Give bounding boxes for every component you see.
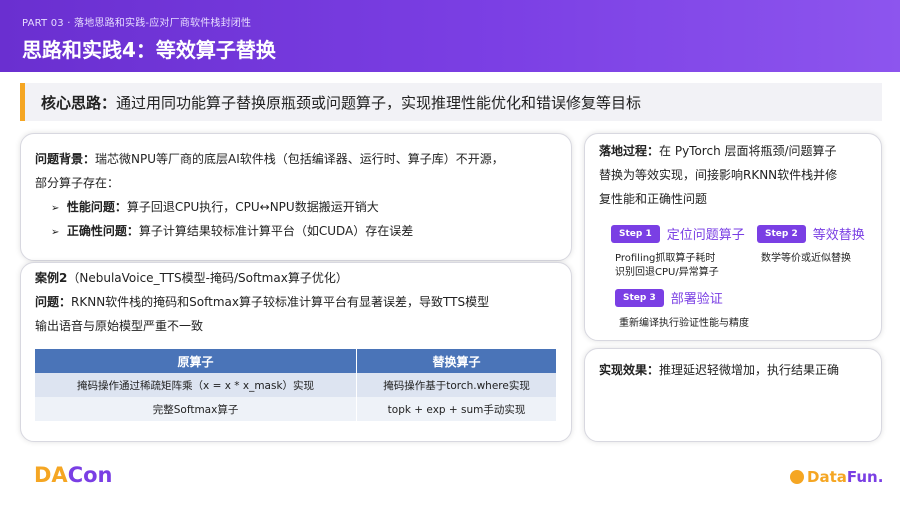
background-label: 问题背景： — [35, 152, 96, 166]
bullet-correctness-text: 算子计算结果较标准计算平台（如CUDA）存在误差 — [138, 224, 414, 238]
effect-card: 实现效果：推理延迟轻微增加，执行结果正确 — [584, 348, 882, 442]
core-idea-label: 核心思路： — [41, 94, 117, 112]
datafun-logo-part-a: Data — [807, 468, 847, 486]
table-cell: topk + exp + sum手动实现 — [356, 397, 557, 421]
process-line-2: 替换为等效实现，间接影响RKNN软件栈并修 — [599, 168, 838, 182]
process-card: 落地过程：在 PyTorch 层面将瓶颈/问题算子 替换为等效实现，间接影响RK… — [584, 133, 882, 341]
process-line-1: 落地过程：在 PyTorch 层面将瓶颈/问题算子 — [599, 142, 837, 159]
table-cell: 掩码操作通过稀疏矩阵乘（x = x * x_mask）实现 — [35, 373, 358, 397]
step-3-title: 部署验证 — [670, 292, 723, 307]
table-cell: 完整Softmax算子 — [35, 397, 358, 421]
datafun-logo-part-b: Fun. — [846, 468, 884, 486]
step-2-badge: Step 2 — [757, 224, 806, 243]
process-text-1: 在 PyTorch 层面将瓶颈/问题算子 — [659, 144, 837, 158]
step-2-desc: 数学等价或近似替换 — [761, 253, 851, 264]
bullet-correctness: ➢ 正确性问题：算子计算结果较标准计算平台（如CUDA）存在误差 — [51, 222, 413, 239]
step-1: Step 1 定位问题算子 — [611, 224, 745, 243]
dacon-logo-part-a: DA — [34, 463, 68, 487]
process-line-3: 复性能和正确性问题 — [599, 192, 708, 206]
core-idea-text: 核心思路：通过用同功能算子替换原瓶颈或问题算子，实现推理性能优化和错误修复等目标 — [41, 92, 641, 113]
part-label: PART 03 · 落地思路和实践-应对厂商软件栈封闭性 — [22, 18, 252, 29]
case-label: 案例2 — [35, 271, 68, 285]
datafun-logo: DataFun. — [790, 468, 883, 486]
datafun-mark-icon — [790, 470, 804, 484]
table-row: 完整Softmax算子 topk + exp + sum手动实现 — [35, 397, 557, 421]
arrow-icon: ➢ — [51, 203, 60, 214]
step-1-badge: Step 1 — [611, 224, 660, 243]
table-cell: 掩码操作基于torch.where实现 — [356, 373, 557, 397]
bullet-performance-label: 性能问题： — [66, 200, 127, 214]
step-1-title: 定位问题算子 — [666, 228, 745, 243]
case-problem-label: 问题： — [35, 295, 72, 309]
step-3-badge: Step 3 — [615, 288, 664, 307]
bullet-correctness-label: 正确性问题： — [66, 224, 139, 238]
step-1-desc-2: 识别回退CPU/异常算子 — [615, 267, 719, 278]
case-title-rest: （NebulaVoice_TTS模型-掩码/Softmax算子优化） — [67, 271, 348, 285]
slide-header: PART 03 · 落地思路和实践-应对厂商软件栈封闭性 思路和实践4：等效算子… — [0, 0, 900, 72]
background-text-1: 瑞芯微NPU等厂商的底层AI软件栈（包括编译器、运行时、算子库）不开源， — [95, 152, 504, 166]
arrow-icon: ➢ — [51, 227, 60, 238]
slide-title: 思路和实践4：等效算子替换 — [22, 38, 276, 62]
effect-label: 实现效果： — [599, 363, 660, 377]
case-problem-text-1: RKNN软件栈的掩码和Softmax算子较标准计算平台有显著误差，导致TTS模型 — [71, 295, 490, 309]
process-label: 落地过程： — [599, 144, 660, 158]
dacon-logo: DACon — [34, 463, 112, 487]
background-line-1: 问题背景：瑞芯微NPU等厂商的底层AI软件栈（包括编译器、运行时、算子库）不开源… — [35, 150, 504, 167]
step-2: Step 2 等效替换 — [757, 224, 865, 243]
bullet-performance-text: 算子回退CPU执行，CPU↔NPU数据搬运开销大 — [126, 200, 379, 214]
bullet-performance: ➢ 性能问题：算子回退CPU执行，CPU↔NPU数据搬运开销大 — [51, 198, 379, 215]
background-card: 问题背景：瑞芯微NPU等厂商的底层AI软件栈（包括编译器、运行时、算子库）不开源… — [20, 133, 572, 261]
case-title: 案例2（NebulaVoice_TTS模型-掩码/Softmax算子优化） — [35, 269, 348, 286]
step-1-desc-1: Profiling抓取算子耗时 — [615, 253, 716, 264]
case-problem-line-1: 问题：RKNN软件栈的掩码和Softmax算子较标准计算平台有显著误差，导致TT… — [35, 293, 489, 310]
case-card: 案例2（NebulaVoice_TTS模型-掩码/Softmax算子优化） 问题… — [20, 262, 572, 442]
effect-line: 实现效果：推理延迟轻微增加，执行结果正确 — [599, 361, 839, 378]
background-line-2: 部分算子存在： — [35, 176, 120, 190]
operator-table: 原算子 替换算子 掩码操作通过稀疏矩阵乘（x = x * x_mask）实现 掩… — [35, 349, 557, 421]
dacon-logo-part-b: Con — [67, 463, 113, 487]
step-3-desc: 重新编译执行验证性能与精度 — [619, 318, 749, 329]
step-2-title: 等效替换 — [812, 228, 865, 243]
core-idea-bar: 核心思路：通过用同功能算子替换原瓶颈或问题算子，实现推理性能优化和错误修复等目标 — [20, 83, 882, 121]
table-header-replacement: 替换算子 — [356, 349, 557, 373]
table-row: 掩码操作通过稀疏矩阵乘（x = x * x_mask）实现 掩码操作基于torc… — [35, 373, 557, 397]
table-header-original: 原算子 — [35, 349, 358, 373]
step-3: Step 3 部署验证 — [615, 288, 723, 307]
effect-text: 推理延迟轻微增加，执行结果正确 — [659, 363, 840, 377]
case-problem-line-2: 输出语音与原始模型严重不一致 — [35, 319, 204, 333]
core-idea-body: 通过用同功能算子替换原瓶颈或问题算子，实现推理性能优化和错误修复等目标 — [116, 94, 642, 112]
table-header-row: 原算子 替换算子 — [35, 349, 557, 373]
